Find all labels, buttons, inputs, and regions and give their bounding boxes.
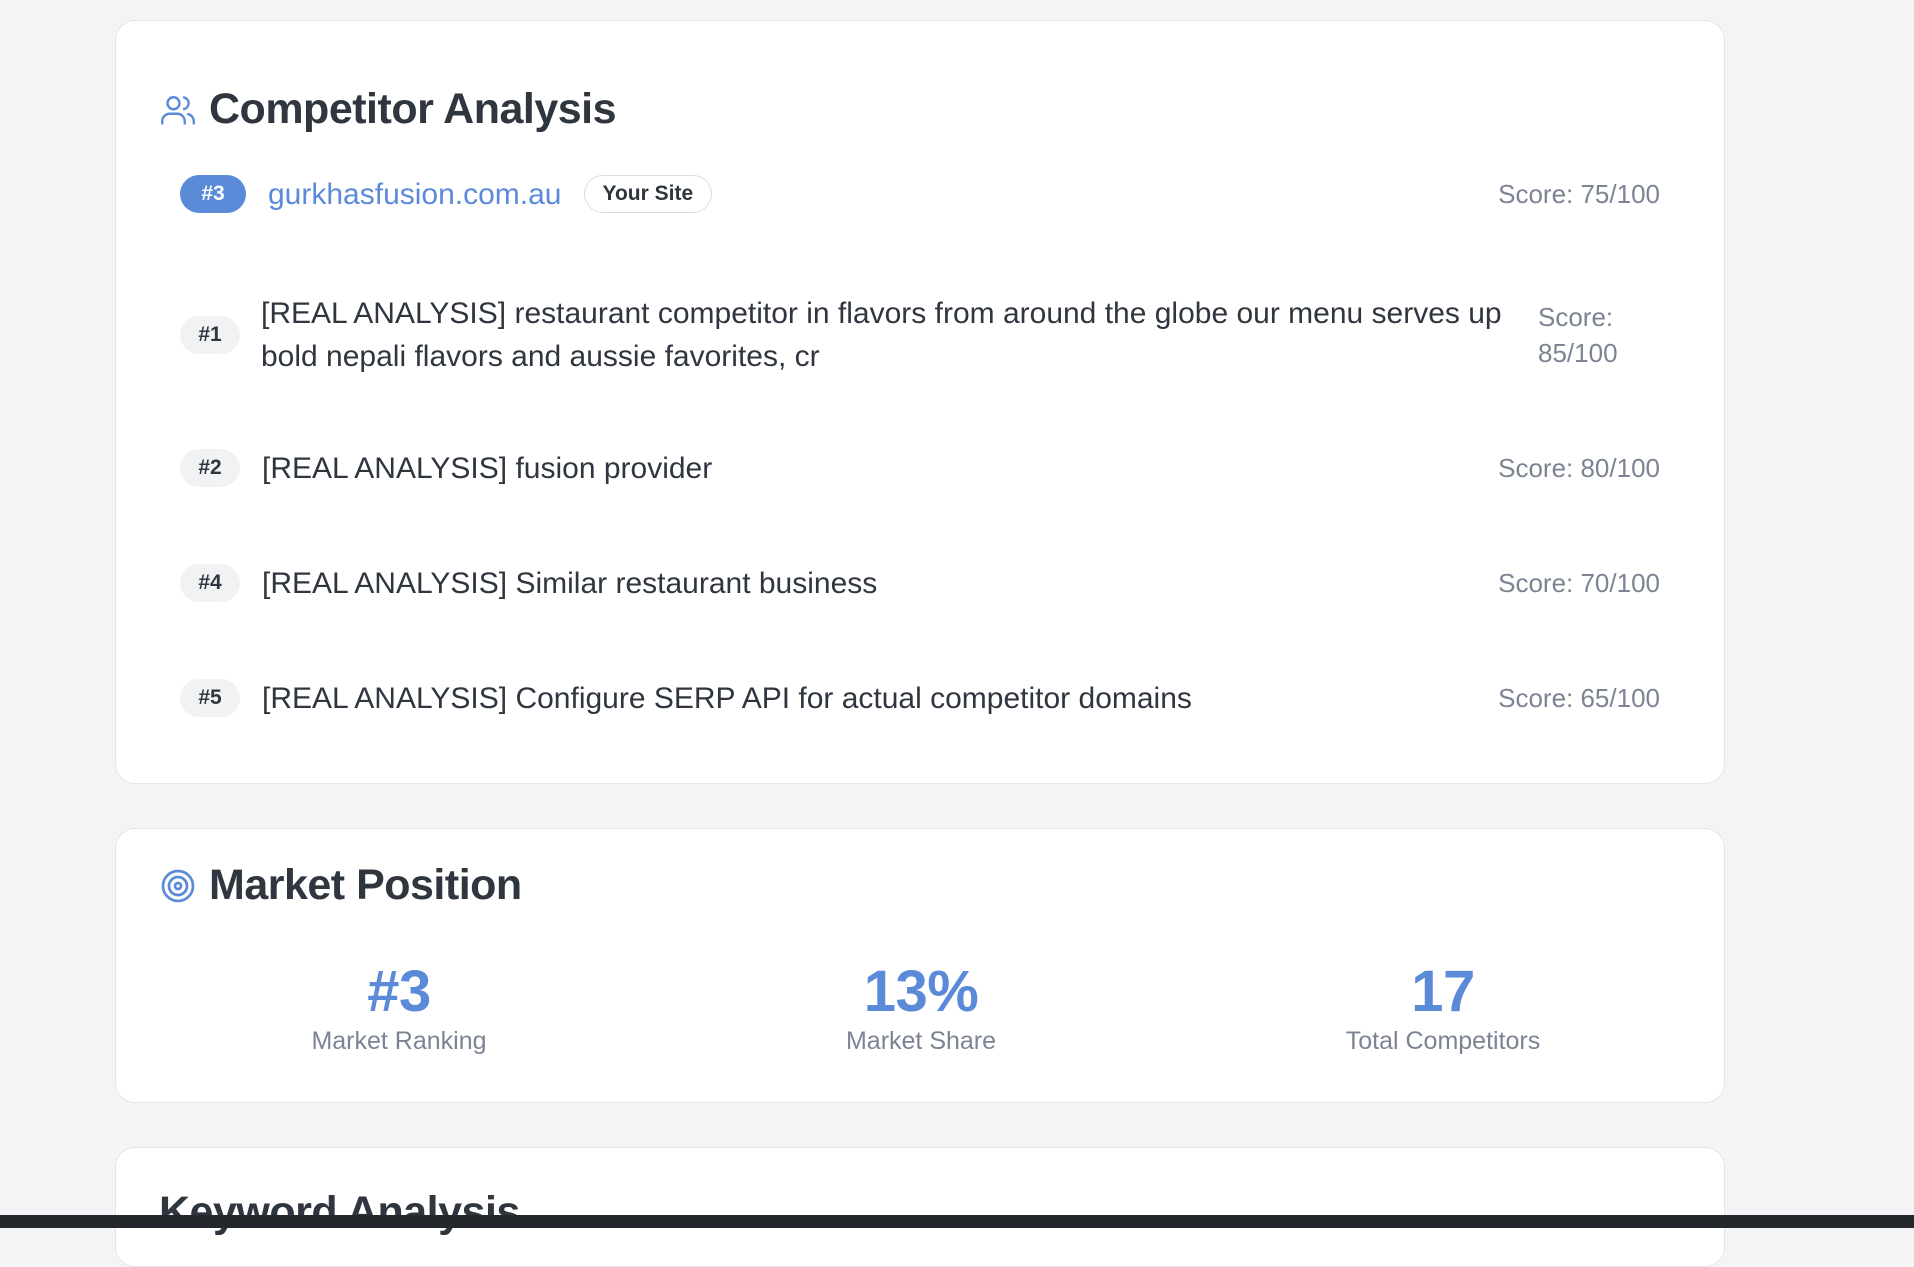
keyword-analysis-card: Keyword Analysis [115, 1147, 1725, 1267]
market-position-title: Market Position [209, 861, 522, 909]
competitor-name: [REAL ANALYSIS] fusion provider [262, 451, 713, 485]
competitor-row: #1 [REAL ANALYSIS] restaurant competitor… [180, 289, 1660, 381]
market-ranking-stat: #3 Market Ranking [199, 961, 599, 1056]
rank-badge: #1 [180, 316, 240, 354]
competitor-analysis-title: Competitor Analysis [209, 85, 617, 133]
competitor-score: Score: 85/100 [1538, 302, 1618, 368]
rank-badge: #4 [180, 564, 240, 602]
stat-value: 13% [863, 959, 979, 1024]
stat-label: Market Ranking [311, 1027, 487, 1055]
market-position-header: Market Position [160, 861, 522, 910]
your-site-badge: Your Site [583, 175, 713, 213]
competitor-score: Score: 80/100 [1498, 452, 1660, 483]
users-icon [160, 92, 196, 128]
competitor-row: #4 [REAL ANALYSIS] Similar restaurant bu… [180, 562, 1660, 604]
competitor-name: [REAL ANALYSIS] restaurant competitor in… [261, 297, 1502, 373]
market-share-stat: 13% Market Share [721, 961, 1121, 1056]
total-competitors-stat: 17 Total Competitors [1243, 961, 1643, 1056]
competitor-score: Score: 75/100 [1498, 178, 1660, 209]
keyword-analysis-title: Keyword Analysis [159, 1188, 520, 1236]
own-site-domain[interactable]: gurkhasfusion.com.au [268, 173, 562, 216]
market-position-card: Market Position #3 Market Ranking 13% Ma… [115, 828, 1725, 1103]
competitor-row-own-site: #3 gurkhasfusion.com.au Your Site Score:… [180, 173, 1660, 215]
bottom-bar [0, 1215, 1914, 1228]
competitor-row: #5 [REAL ANALYSIS] Configure SERP API fo… [180, 677, 1660, 719]
competitor-row: #2 [REAL ANALYSIS] fusion provider Score… [180, 447, 1660, 489]
rank-badge: #2 [180, 449, 240, 487]
competitor-name: [REAL ANALYSIS] Configure SERP API for a… [262, 681, 1192, 715]
rank-badge: #5 [180, 679, 240, 717]
target-icon [160, 868, 196, 904]
rank-badge: #3 [180, 175, 246, 213]
stat-value: 17 [1411, 959, 1475, 1024]
stat-value: #3 [367, 959, 431, 1024]
competitor-analysis-header: Competitor Analysis [160, 85, 617, 134]
competitor-score: Score: 65/100 [1498, 682, 1660, 713]
competitor-analysis-card: Competitor Analysis #3 gurkhasfusion.com… [115, 20, 1725, 784]
competitor-score: Score: 70/100 [1498, 567, 1660, 598]
stat-label: Market Share [845, 1027, 997, 1055]
keyword-analysis-header: Keyword Analysis [159, 1188, 520, 1237]
stat-label: Total Competitors [1345, 1027, 1541, 1055]
competitor-name: [REAL ANALYSIS] Similar restaurant busin… [262, 566, 878, 600]
